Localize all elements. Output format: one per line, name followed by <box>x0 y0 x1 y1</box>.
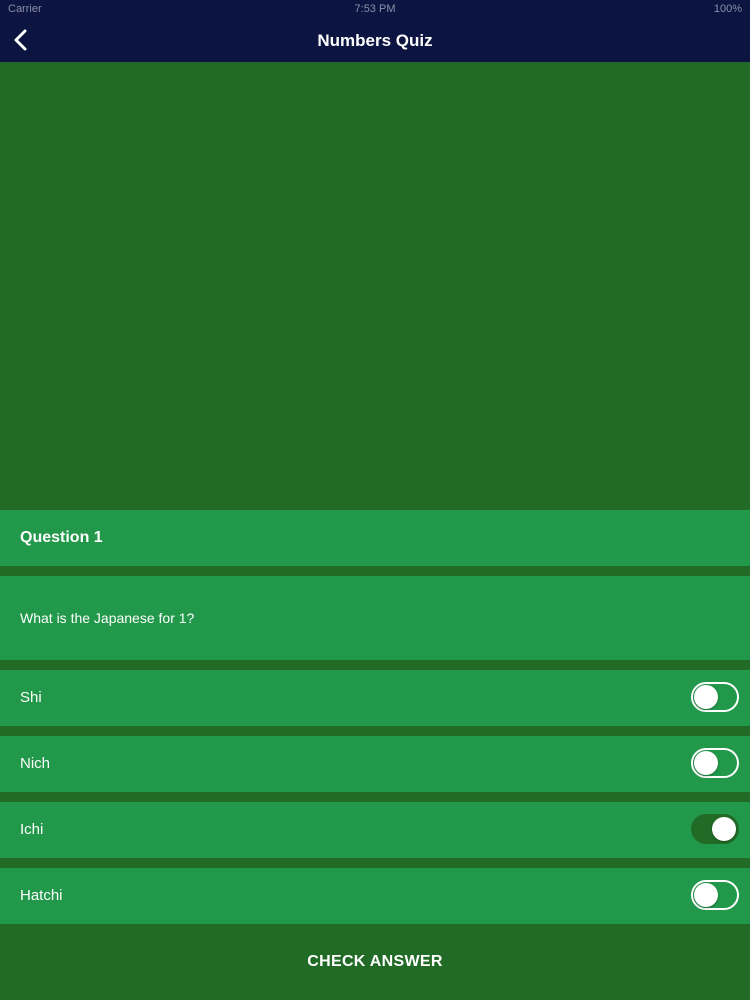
answer-label: Hatchi <box>20 887 63 904</box>
answer-toggle-hatchi[interactable] <box>691 880 739 910</box>
answer-row-nich: Nich <box>0 736 750 792</box>
question-prompt: What is the Japanese for 1? <box>0 576 750 660</box>
answer-label: Nich <box>20 755 51 772</box>
status-time: 7:53 PM <box>354 3 396 15</box>
answer-toggle-shi[interactable] <box>691 682 739 712</box>
toggle-knob <box>712 817 736 841</box>
battery-level: 100% <box>713 3 742 15</box>
page-title: Numbers Quiz <box>317 31 433 50</box>
toggle-knob <box>694 883 718 907</box>
answer-label: Ichi <box>20 821 44 838</box>
question-number: Question 1 <box>20 529 103 546</box>
toggle-knob <box>694 685 718 709</box>
check-answer-button[interactable]: CHECK ANSWER <box>0 924 750 1000</box>
answer-row-ichi: Ichi <box>0 802 750 858</box>
answer-row-hatchi: Hatchi <box>0 868 750 924</box>
answer-toggle-ichi[interactable] <box>691 814 739 844</box>
answer-label: Shi <box>20 689 42 706</box>
answer-toggle-nich[interactable] <box>691 748 739 778</box>
answer-row-shi: Shi <box>0 670 750 726</box>
question-image-area <box>0 62 750 510</box>
toggle-knob <box>694 751 718 775</box>
quiz-screen: Carrier 7:53 PM 100% Numbers Quiz Questi… <box>0 0 750 1000</box>
navigation-bar: Numbers Quiz <box>0 20 750 62</box>
status-bar: Carrier 7:53 PM 100% <box>0 0 750 20</box>
question-header: Question 1 <box>0 510 750 566</box>
question-text: What is the Japanese for 1? <box>20 610 195 626</box>
